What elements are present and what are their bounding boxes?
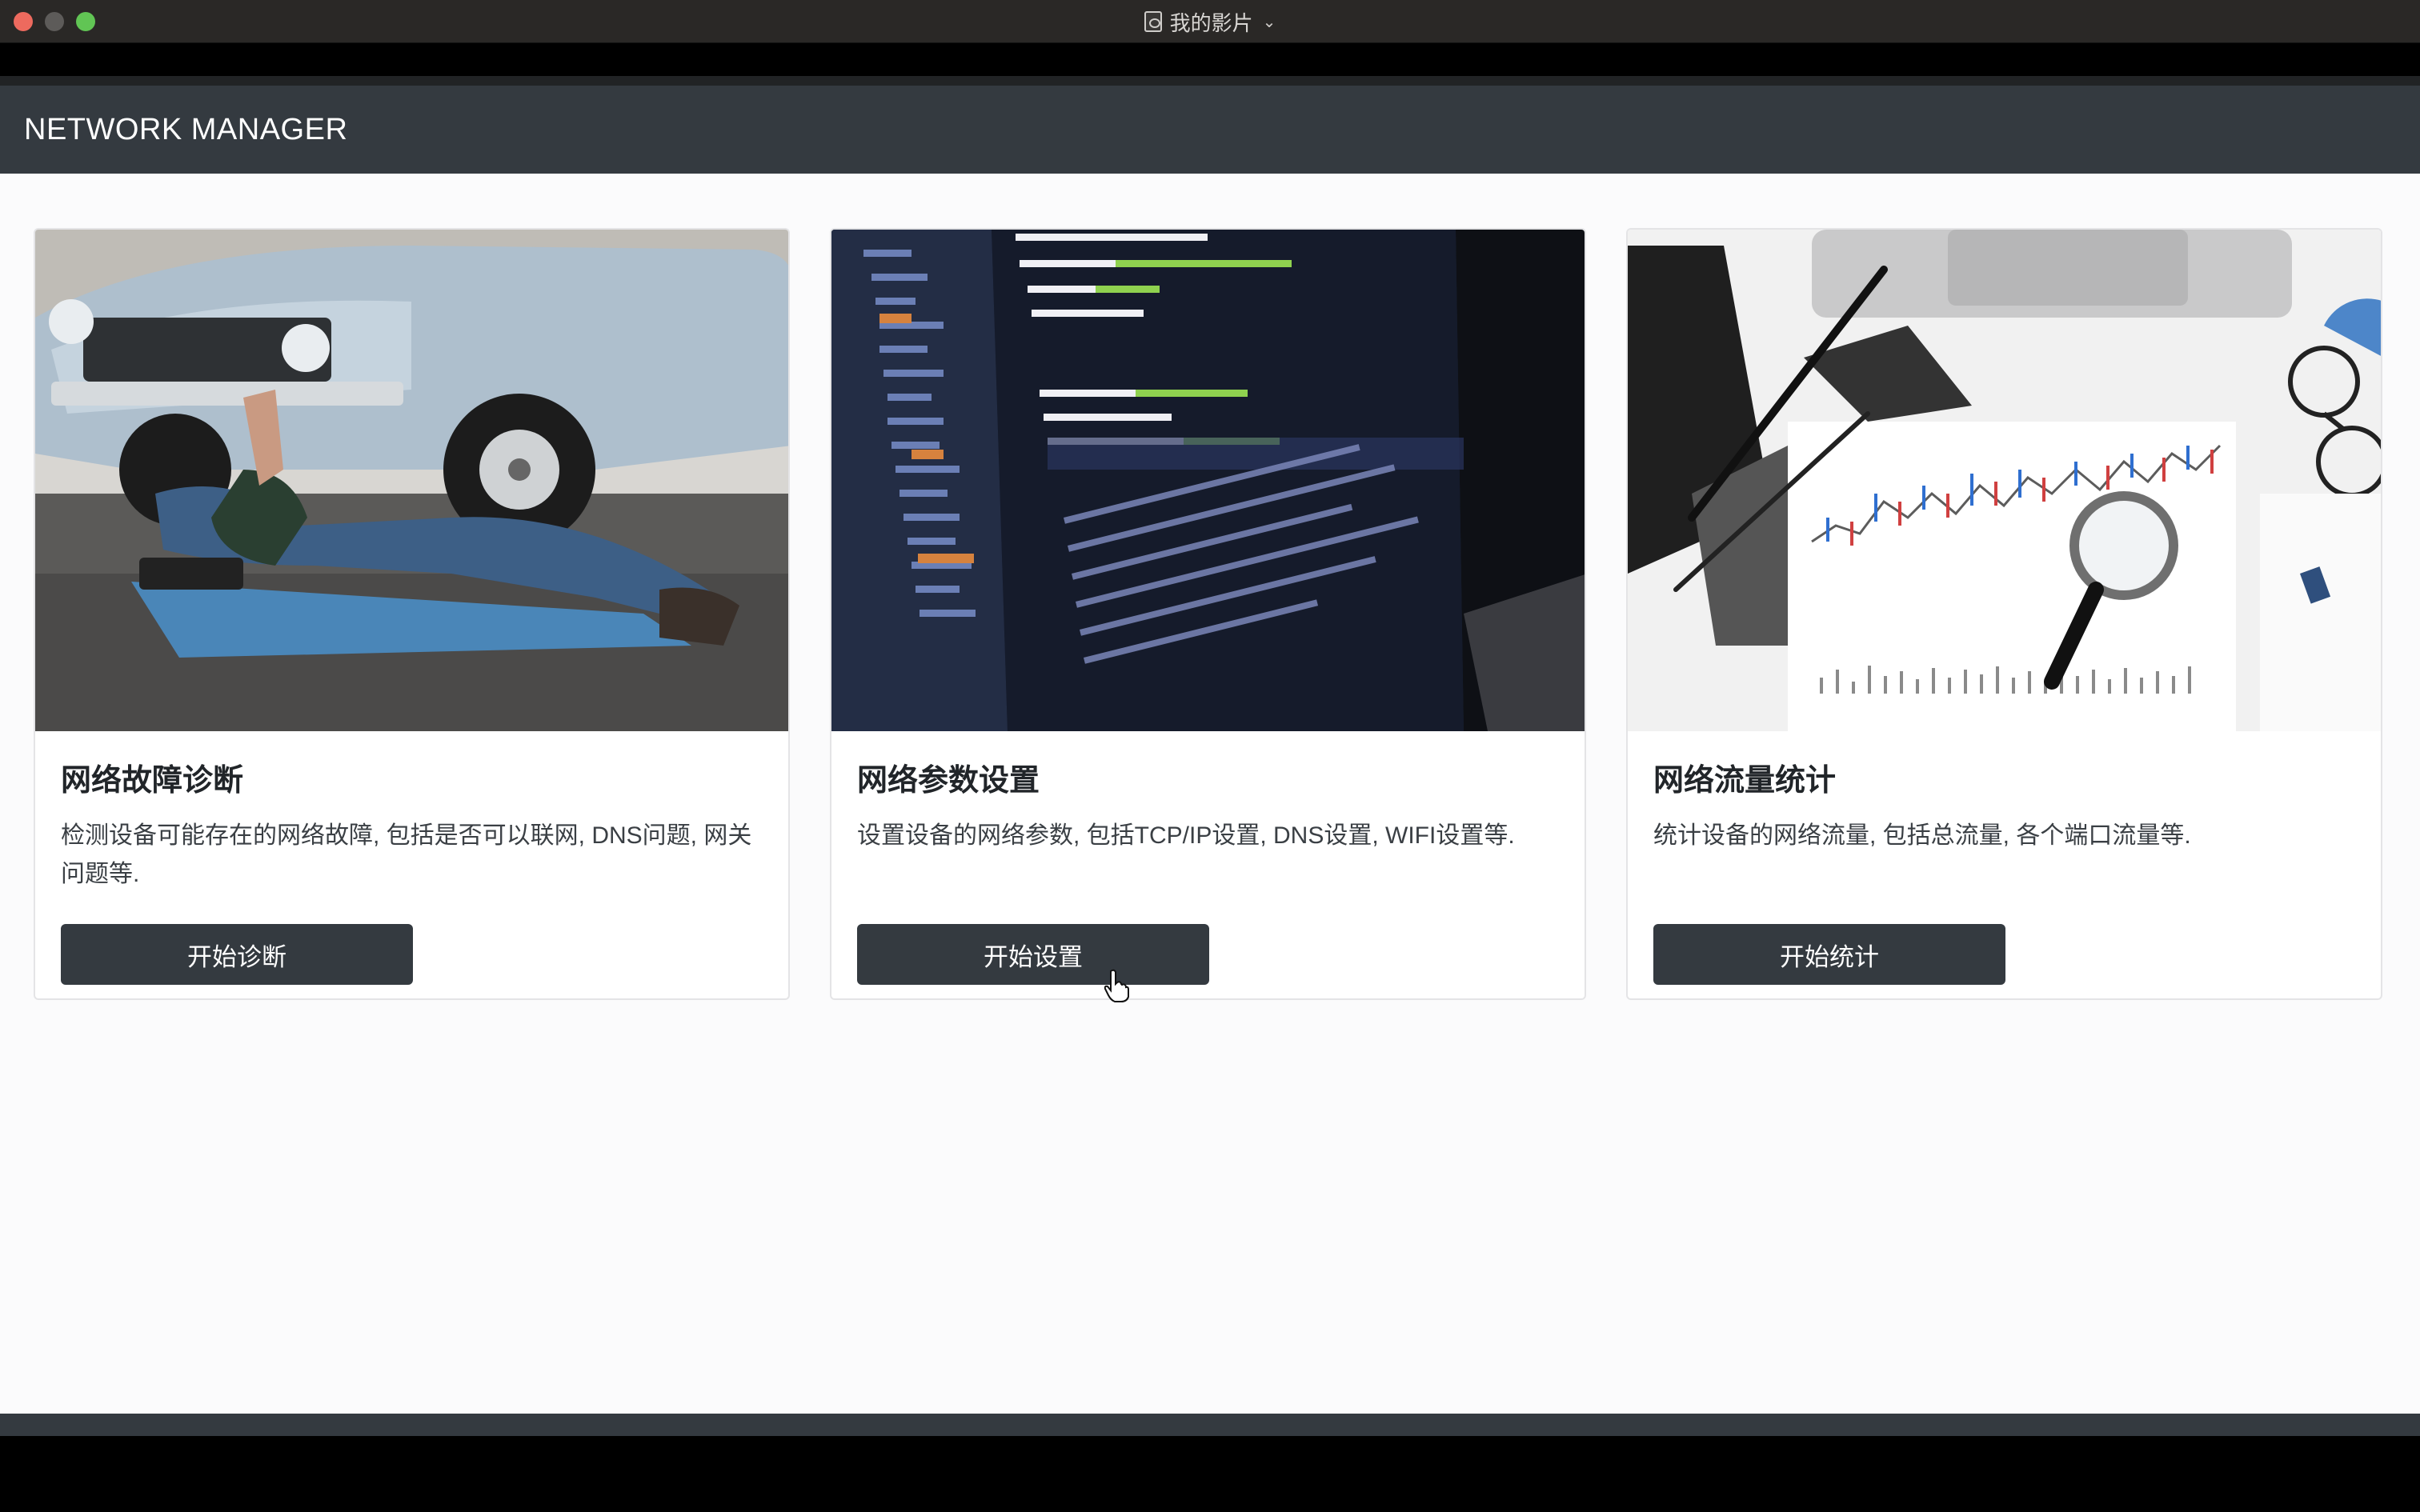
- start-settings-button[interactable]: 开始设置: [857, 924, 1209, 985]
- card-image: [831, 230, 1585, 731]
- card-image: [35, 230, 788, 731]
- document-icon: [1144, 11, 1162, 32]
- mechanic-under-car-photo: [35, 230, 788, 731]
- hand-pointer-cursor-icon: [1104, 969, 1129, 1002]
- card-title: 网络故障诊断: [61, 764, 244, 798]
- charts-with-magnifier-photo: [1628, 230, 2381, 731]
- card-title: 网络流量统计: [1653, 764, 1837, 798]
- card-body: 网络故障诊断 检测设备可能存在的网络故障, 包括是否可以联网, DNS问题, 网…: [35, 731, 788, 985]
- navbar: NETWORK MANAGER: [0, 86, 2420, 174]
- card-image: [1628, 230, 2381, 731]
- card-body: 网络参数设置 设置设备的网络参数, 包括TCP/IP设置, DNS设置, WIF…: [831, 731, 1585, 985]
- card-diagnosis: 网络故障诊断 检测设备可能存在的网络故障, 包括是否可以联网, DNS问题, 网…: [34, 228, 790, 1000]
- card-text: 检测设备可能存在的网络故障, 包括是否可以联网, DNS问题, 网关问题等.: [61, 822, 752, 887]
- brand-title[interactable]: NETWORK MANAGER: [24, 113, 347, 147]
- start-statistics-button[interactable]: 开始统计: [1653, 924, 2005, 985]
- card-text: 设置设备的网络参数, 包括TCP/IP设置, DNS设置, WIFI设置等.: [857, 822, 1515, 849]
- main-content: 网络故障诊断 检测设备可能存在的网络故障, 包括是否可以联网, DNS问题, 网…: [0, 174, 2420, 1414]
- window-titlebar: 我的影片 ⌄: [0, 0, 2420, 43]
- card-grid: 网络故障诊断 检测设备可能存在的网络故障, 包括是否可以联网, DNS问题, 网…: [34, 228, 2382, 1000]
- chevron-down-icon[interactable]: ⌄: [1263, 12, 1276, 32]
- black-band: [0, 44, 2420, 76]
- card-title: 网络参数设置: [857, 764, 1040, 798]
- window-title-area[interactable]: 我的影片 ⌄: [0, 0, 2420, 43]
- card-settings: 网络参数设置 设置设备的网络参数, 包括TCP/IP设置, DNS设置, WIF…: [830, 228, 1586, 1000]
- card-traffic: 网络流量统计 统计设备的网络流量, 包括总流量, 各个端口流量等. 开始统计: [1626, 228, 2382, 1000]
- bottom-black-band: [0, 1436, 2420, 1512]
- code-on-laptop-photo: [831, 230, 1585, 731]
- start-diagnosis-button[interactable]: 开始诊断: [61, 924, 413, 985]
- card-body: 网络流量统计 统计设备的网络流量, 包括总流量, 各个端口流量等. 开始统计: [1628, 731, 2381, 985]
- dark-strip: [0, 76, 2420, 86]
- card-text: 统计设备的网络流量, 包括总流量, 各个端口流量等.: [1653, 822, 2191, 849]
- footer-strip: [0, 1414, 2420, 1436]
- window-title: 我的影片: [1169, 10, 1253, 35]
